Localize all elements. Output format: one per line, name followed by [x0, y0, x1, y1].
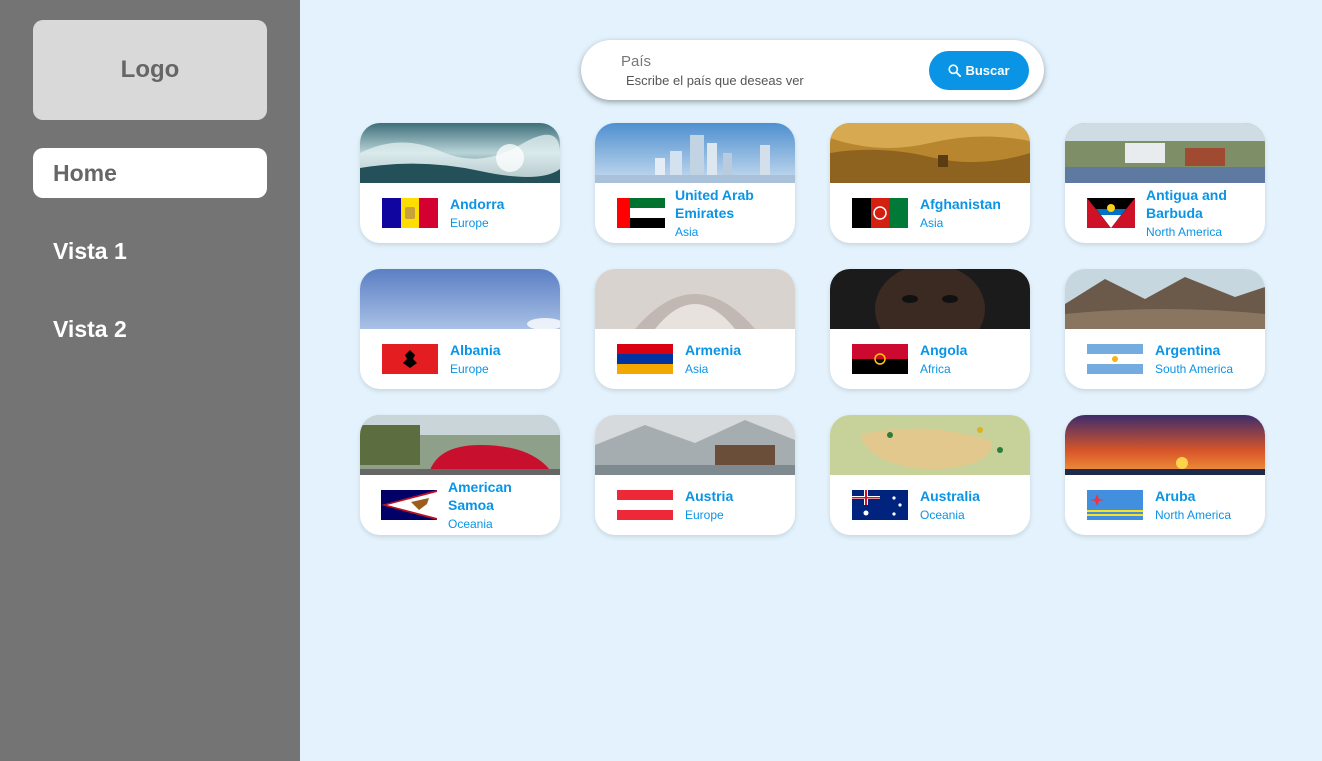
country-card-armenia[interactable]: Armenia Asia: [595, 269, 795, 389]
portrait-photo: [830, 269, 1030, 329]
country-card-andorra[interactable]: Andorra Europe: [360, 123, 560, 243]
alpine-village-photo: [595, 415, 795, 475]
search-input[interactable]: [621, 71, 901, 89]
country-name: Australia: [920, 488, 980, 504]
logo: Logo: [33, 20, 267, 120]
nav-item-home[interactable]: Home: [33, 148, 267, 198]
search-label: País: [621, 53, 652, 70]
stone-carving-photo: [595, 269, 795, 329]
country-card-uae[interactable]: United Arab Emirates Asia: [595, 123, 795, 243]
country-card-afghanistan[interactable]: Afghanistan Asia: [830, 123, 1030, 243]
country-region: Europe: [450, 362, 489, 376]
harbor-town-photo: [1065, 123, 1265, 183]
country-card-austria[interactable]: Austria Europe: [595, 415, 795, 535]
country-region: Europe: [685, 508, 724, 522]
country-name: Afghanistan: [920, 196, 1001, 212]
country-region: Africa: [920, 362, 951, 376]
country-name: Andorra: [450, 196, 505, 212]
andorra-flag: [382, 198, 438, 228]
albania-flag: [382, 344, 438, 374]
country-region: Asia: [675, 225, 699, 239]
country-card-albania[interactable]: Albania Europe: [360, 269, 560, 389]
red-car-photo: [360, 415, 560, 475]
aruba-flag: [1087, 490, 1143, 520]
country-region: Oceania: [448, 517, 493, 531]
country-card-angola[interactable]: Angola Africa: [830, 269, 1030, 389]
uae-flag: [617, 198, 665, 228]
mountain-photo: [1065, 269, 1265, 329]
country-name: Austria: [685, 488, 734, 504]
country-card-american-samoa[interactable]: American Samoa Oceania: [360, 415, 560, 535]
country-name: Armenia: [685, 342, 742, 358]
search-button[interactable]: Buscar: [929, 51, 1029, 90]
country-card-australia[interactable]: Australia Oceania: [830, 415, 1030, 535]
sunset-photo: [1065, 415, 1265, 475]
angola-flag: [852, 344, 908, 374]
rock-cliff-photo: [830, 123, 1030, 183]
country-region: North America: [1146, 225, 1223, 239]
country-name: Antigua and Barbuda: [1146, 187, 1227, 221]
afghanistan-flag: [852, 198, 908, 228]
american-samoa-flag: [381, 490, 437, 520]
ocean-wave-photo: [360, 123, 560, 183]
country-name: Aruba: [1155, 488, 1196, 504]
country-region: North America: [1155, 508, 1232, 522]
australia-flag: [852, 490, 908, 520]
armenia-flag: [617, 344, 673, 374]
sidebar: Logo Home Vista 1 Vista 2: [0, 0, 300, 761]
country-region: Europe: [450, 216, 489, 230]
country-region: Oceania: [920, 508, 965, 522]
argentina-flag: [1087, 344, 1143, 374]
city-skyline-photo: [595, 123, 795, 183]
austria-flag: [617, 490, 673, 520]
country-name: United Arab Emirates: [675, 187, 754, 221]
country-name: Argentina: [1155, 342, 1221, 358]
country-region: Asia: [920, 216, 944, 230]
country-region: South America: [1155, 362, 1234, 376]
blue-sky-photo: [360, 269, 560, 329]
antigua-flag: [1087, 198, 1135, 228]
country-name: Albania: [450, 342, 501, 358]
nav-item-vista-1[interactable]: Vista 1: [33, 226, 267, 276]
search-icon: [948, 64, 962, 77]
nav-item-vista-2[interactable]: Vista 2: [33, 304, 267, 354]
search-bar: País Buscar: [581, 40, 1044, 100]
country-region: Asia: [685, 362, 709, 376]
search-button-label: Buscar: [965, 63, 1010, 78]
country-card-argentina[interactable]: Argentina South America: [1065, 269, 1265, 389]
map-pins-photo: [830, 415, 1030, 475]
country-name: American Samoa: [448, 479, 512, 513]
country-card-aruba[interactable]: Aruba North America: [1065, 415, 1265, 535]
country-card-antigua[interactable]: Antigua and Barbuda North America: [1065, 123, 1265, 243]
country-name: Angola: [920, 342, 968, 358]
